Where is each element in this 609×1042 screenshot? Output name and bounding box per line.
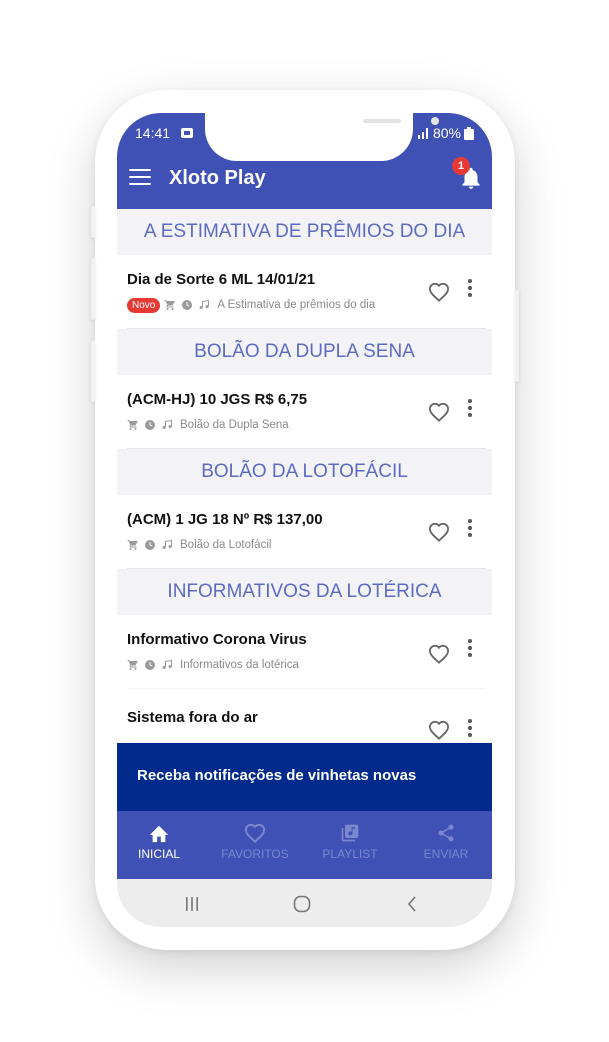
app-title: Xloto Play	[169, 167, 266, 189]
item-title: (ACM-HJ) 10 JGS R$ 6,75	[127, 391, 308, 408]
phone-left-button	[91, 340, 95, 402]
heart-icon	[244, 823, 266, 843]
favorite-heart-icon[interactable]	[428, 720, 450, 740]
list-item[interactable]: (ACM-HJ) 10 JGS R$ 6,75 Bolão da Dupla S…	[117, 375, 492, 449]
section-header: BOLÃO DA LOTOFÁCIL	[117, 449, 492, 495]
favorite-heart-icon[interactable]	[428, 402, 450, 422]
share-icon	[438, 824, 454, 842]
notifications-button[interactable]: 1	[452, 157, 484, 191]
recent-apps-icon[interactable]	[185, 896, 199, 912]
cart-icon	[127, 660, 138, 670]
nav-tab-enviar[interactable]: ENVIAR	[401, 823, 491, 861]
home-icon	[149, 825, 169, 843]
item-meta: Novo A Estimativa de prêmios do dia	[127, 297, 375, 313]
back-icon[interactable]	[407, 896, 417, 912]
item-title: Dia de Sorte 6 ML 14/01/21	[127, 271, 316, 288]
message-icon	[181, 128, 193, 138]
status-time: 14:41	[135, 125, 171, 141]
item-title: (ACM) 1 JG 18 Nº R$ 137,00	[127, 511, 323, 528]
notifications-banner[interactable]: Receba notificações de vinhetas novas	[117, 743, 492, 811]
camera-notch	[205, 113, 439, 161]
nav-label: ENVIAR	[423, 847, 469, 861]
item-meta: Bolão da Lotofácil	[127, 537, 271, 553]
status-right: 80%	[417, 125, 474, 141]
menu-icon[interactable]	[129, 169, 151, 185]
cart-icon	[127, 420, 138, 430]
more-options-icon[interactable]	[468, 519, 472, 537]
favorite-heart-icon[interactable]	[428, 282, 450, 302]
nav-label: PLAYLIST	[322, 847, 378, 861]
signal-icon	[417, 128, 428, 139]
battery-level: 80%	[432, 125, 461, 141]
more-options-icon[interactable]	[468, 279, 472, 297]
item-meta: Informativos da lotérica	[127, 657, 299, 673]
clock-icon	[182, 300, 193, 310]
content-list[interactable]: A ESTIMATIVA DE PRÊMIOS DO DIA Dia de So…	[117, 209, 492, 743]
more-options-icon[interactable]	[468, 399, 472, 417]
front-camera	[431, 117, 439, 125]
phone-left-button	[91, 258, 95, 320]
clock-icon	[145, 540, 155, 550]
phone-screen: 14:41 80% Xloto Play 1 A ESTIMATIVA DE P…	[117, 113, 492, 927]
cart-icon	[127, 540, 138, 550]
clock-icon	[145, 420, 155, 430]
home-circle-icon[interactable]	[293, 895, 311, 913]
favorite-heart-icon[interactable]	[428, 644, 450, 664]
favorite-heart-icon[interactable]	[428, 522, 450, 542]
item-category: Informativos da lotérica	[180, 659, 299, 671]
item-title: Informativo Corona Virus	[127, 631, 307, 648]
section-header: BOLÃO DA DUPLA SENA	[117, 329, 492, 375]
item-meta: Bolão da Dupla Sena	[127, 417, 289, 433]
nav-tab-favoritos[interactable]: FAVORITOS	[210, 823, 300, 861]
more-options-icon[interactable]	[468, 639, 472, 657]
item-category: Bolão da Lotofácil	[180, 539, 272, 551]
nav-tab-playlist[interactable]: PLAYLIST	[305, 823, 395, 861]
nav-tab-inicial[interactable]: INICIAL	[117, 823, 204, 861]
music-note-icon	[162, 659, 172, 669]
notification-badge: 1	[452, 157, 470, 175]
bottom-navigation: INICIAL FAVORITOS PLAYLIST ENVIAR	[117, 811, 492, 879]
music-note-icon	[162, 419, 172, 429]
more-options-icon[interactable]	[468, 719, 472, 737]
cart-icon	[164, 300, 176, 310]
app-bar: 14:41 80% Xloto Play 1	[117, 113, 492, 209]
system-navigation-bar	[117, 879, 492, 927]
new-badge: Novo	[127, 297, 161, 313]
list-item[interactable]: Sistema fora do ar	[117, 689, 492, 743]
nav-label: INICIAL	[137, 847, 180, 861]
music-note-icon	[162, 539, 172, 549]
music-note-icon	[199, 299, 210, 309]
list-item[interactable]: (ACM) 1 JG 18 Nº R$ 137,00 Bolão da Loto…	[117, 495, 492, 569]
item-category: Bolão da Dupla Sena	[180, 419, 289, 431]
list-item[interactable]: Dia de Sorte 6 ML 14/01/21 Novo A Estima…	[117, 255, 492, 329]
playlist-icon	[341, 824, 359, 842]
phone-right-button	[515, 290, 519, 382]
item-category: A Estimativa de prêmios do dia	[217, 299, 376, 311]
clock-icon	[145, 660, 155, 670]
battery-icon	[464, 126, 474, 140]
item-title: Sistema fora do ar	[127, 709, 258, 726]
section-header: A ESTIMATIVA DE PRÊMIOS DO DIA	[117, 209, 492, 255]
speaker	[363, 119, 401, 123]
list-item[interactable]: Informativo Corona Virus Informativos da…	[117, 615, 492, 689]
section-header: INFORMATIVOS DA LOTÉRICA	[117, 569, 492, 615]
nav-label: FAVORITOS	[221, 847, 289, 861]
phone-left-button	[91, 206, 95, 238]
